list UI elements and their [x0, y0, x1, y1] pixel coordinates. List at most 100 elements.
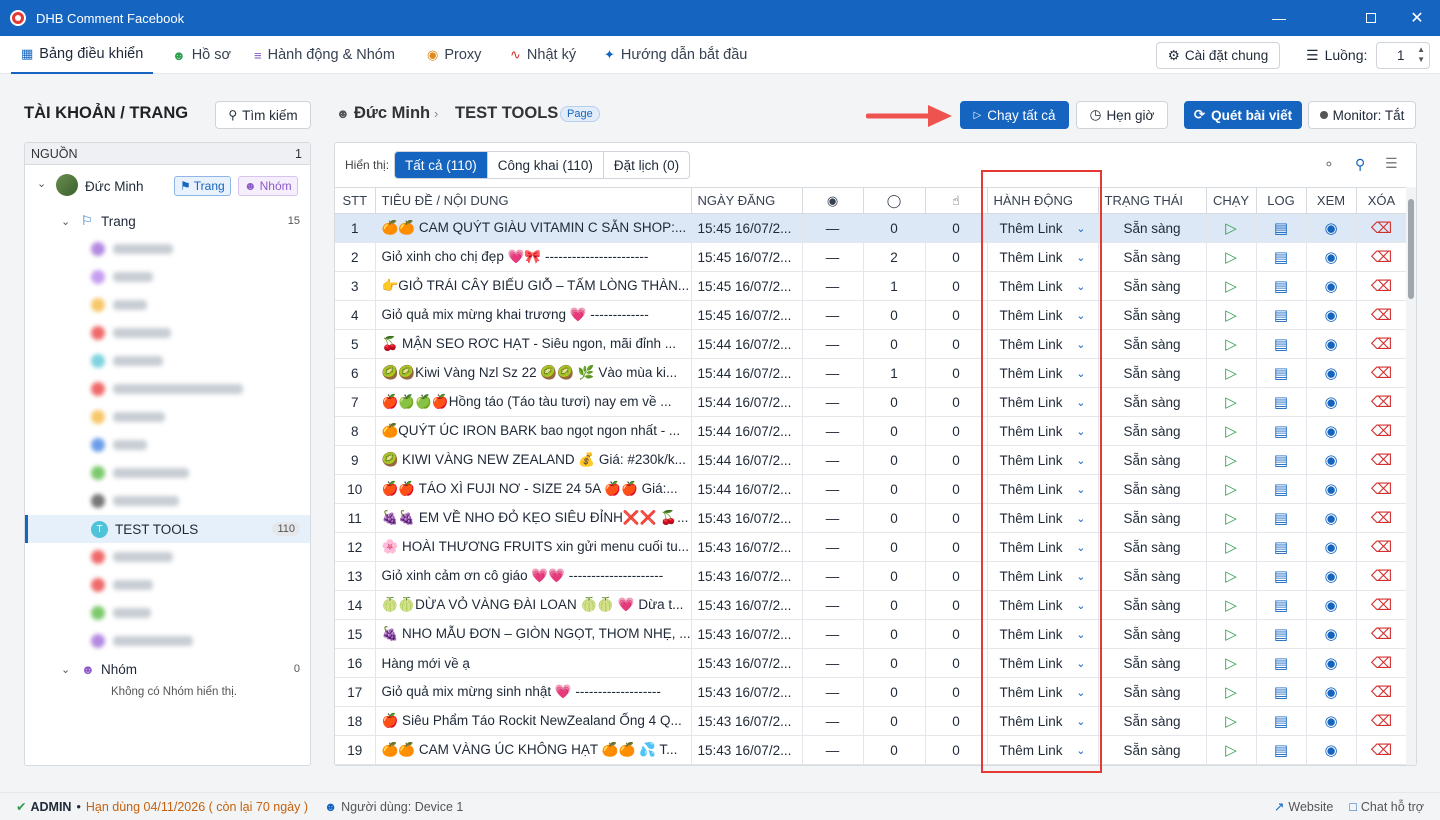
chevron-down-icon[interactable]: ⌄: [1076, 454, 1085, 467]
eye-icon[interactable]: ◉: [1324, 365, 1337, 382]
document-icon[interactable]: ▤: [1274, 365, 1288, 382]
eye-icon[interactable]: ◉: [1324, 307, 1337, 324]
col-views[interactable]: ◉: [802, 187, 864, 214]
list-item[interactable]: [91, 263, 153, 291]
document-icon[interactable]: ▤: [1274, 481, 1288, 498]
trash-icon[interactable]: ⌫: [1371, 655, 1392, 672]
eye-cell[interactable]: ◉: [1306, 387, 1357, 417]
tab-log[interactable]: ∿ Nhật ký: [510, 36, 576, 74]
play-cell[interactable]: ▷: [1206, 329, 1257, 359]
action-dropdown[interactable]: Thêm Link ⌄: [988, 424, 1098, 439]
document-cell[interactable]: ▤: [1256, 532, 1307, 562]
play-cell[interactable]: ▷: [1206, 242, 1257, 272]
chevron-down-icon[interactable]: ⌄: [1076, 222, 1085, 235]
document-cell[interactable]: ▤: [1256, 300, 1307, 330]
col-log[interactable]: LOG: [1256, 187, 1307, 214]
document-cell[interactable]: ▤: [1256, 271, 1307, 301]
eye-icon[interactable]: ◉: [1324, 713, 1337, 730]
action-dropdown[interactable]: Thêm Link ⌄: [988, 569, 1098, 584]
trash-icon[interactable]: ⌫: [1371, 423, 1392, 440]
run-all-button[interactable]: ▷ Chạy tất cả: [960, 101, 1069, 129]
eye-cell[interactable]: ◉: [1306, 619, 1357, 649]
play-icon[interactable]: ▷: [1225, 510, 1237, 527]
trash-icon[interactable]: ⌫: [1371, 307, 1392, 324]
trash-cell[interactable]: ⌫: [1356, 677, 1408, 707]
col-title[interactable]: TIÊU ĐỀ / NỘI DUNG: [375, 187, 692, 214]
eye-cell[interactable]: ◉: [1306, 416, 1357, 446]
eye-cell[interactable]: ◉: [1306, 735, 1357, 765]
trash-cell[interactable]: ⌫: [1356, 358, 1408, 388]
action-select[interactable]: Thêm Link ⌄: [987, 387, 1099, 417]
col-likes[interactable]: ☝: [925, 187, 988, 214]
play-cell[interactable]: ▷: [1206, 416, 1257, 446]
document-cell[interactable]: ▤: [1256, 213, 1307, 243]
chevron-down-icon[interactable]: ⌄: [1076, 744, 1085, 757]
chevron-down-icon[interactable]: ⌄: [1076, 483, 1085, 496]
document-icon[interactable]: ▤: [1274, 655, 1288, 672]
eye-icon[interactable]: ◉: [1324, 394, 1337, 411]
play-icon[interactable]: ▷: [1225, 568, 1237, 585]
eye-cell[interactable]: ◉: [1306, 532, 1357, 562]
list-item[interactable]: [91, 403, 165, 431]
table-row[interactable]: 5 🍒 MẬN SEO RƠC HẠT - Siêu ngon, mãi đỉnh…: [335, 329, 1408, 359]
action-select[interactable]: Thêm Link ⌄: [987, 735, 1099, 765]
document-icon[interactable]: ▤: [1274, 713, 1288, 730]
action-select[interactable]: Thêm Link ⌄: [987, 445, 1099, 475]
general-settings-button[interactable]: ⚙ Cài đặt chung: [1156, 42, 1280, 69]
document-icon[interactable]: ▤: [1274, 742, 1288, 759]
tab-dashboard[interactable]: ▦ Bảng điều khiển: [11, 36, 154, 74]
document-cell[interactable]: ▤: [1256, 445, 1307, 475]
play-icon[interactable]: ▷: [1225, 597, 1237, 614]
document-cell[interactable]: ▤: [1256, 590, 1307, 620]
eye-cell[interactable]: ◉: [1306, 213, 1357, 243]
tag-icon[interactable]: ⚬: [1323, 156, 1335, 173]
list-item[interactable]: [91, 487, 179, 515]
list-item[interactable]: [91, 571, 153, 599]
eye-cell[interactable]: ◉: [1306, 474, 1357, 504]
play-cell[interactable]: ▷: [1206, 445, 1257, 475]
trash-cell[interactable]: ⌫: [1356, 648, 1408, 678]
trash-icon[interactable]: ⌫: [1371, 539, 1392, 556]
threads-stepper[interactable]: 1 ▲ ▼: [1376, 42, 1430, 69]
chevron-down-icon[interactable]: ⌄: [1076, 251, 1085, 264]
table-row[interactable]: 10 🍎🍎 TÁO XÌ FUJI NƠ - SIZE 24 5A 🍎🍎 Giá:…: [335, 474, 1408, 504]
table-row[interactable]: 18 🍎 Siêu Phẩm Táo Rockit NewZealand Ống …: [335, 706, 1408, 736]
maximize-icon[interactable]: [1348, 0, 1394, 36]
chevron-down-icon[interactable]: ⌄: [1076, 396, 1085, 409]
vertical-scrollbar[interactable]: [1406, 187, 1416, 765]
trash-cell[interactable]: ⌫: [1356, 735, 1408, 765]
play-icon[interactable]: ▷: [1225, 220, 1237, 237]
document-cell[interactable]: ▤: [1256, 474, 1307, 504]
action-select[interactable]: Thêm Link ⌄: [987, 619, 1099, 649]
document-icon[interactable]: ▤: [1274, 220, 1288, 237]
play-icon[interactable]: ▷: [1225, 423, 1237, 440]
action-dropdown[interactable]: Thêm Link ⌄: [988, 221, 1098, 236]
play-icon[interactable]: ▷: [1225, 278, 1237, 295]
trash-cell[interactable]: ⌫: [1356, 213, 1408, 243]
action-dropdown[interactable]: Thêm Link ⌄: [988, 250, 1098, 265]
chevron-down-icon[interactable]: ⌄: [1076, 599, 1085, 612]
trash-cell[interactable]: ⌫: [1356, 590, 1408, 620]
action-dropdown[interactable]: Thêm Link ⌄: [988, 366, 1098, 381]
filter-scheduled-button[interactable]: Đặt lịch (0): [604, 152, 689, 178]
action-dropdown[interactable]: Thêm Link ⌄: [988, 627, 1098, 642]
eye-icon[interactable]: ◉: [1324, 336, 1337, 353]
trash-icon[interactable]: ⌫: [1371, 626, 1392, 643]
action-select[interactable]: Thêm Link ⌄: [987, 503, 1099, 533]
eye-icon[interactable]: ◉: [1324, 452, 1337, 469]
chevron-down-icon[interactable]: ⌄: [1076, 338, 1085, 351]
chevron-down-icon[interactable]: ⌄: [1076, 570, 1085, 583]
trash-cell[interactable]: ⌫: [1356, 242, 1408, 272]
monitor-toggle[interactable]: Monitor: Tắt: [1308, 101, 1416, 129]
trash-icon[interactable]: ⌫: [1371, 510, 1392, 527]
stepper-arrows-icon[interactable]: ▲ ▼: [1417, 45, 1425, 65]
table-row[interactable]: 11 🍇🍇 EM VỀ NHO ĐỎ KẸO SIÊU ĐỈNH❌❌ 🍒... 15…: [335, 503, 1408, 533]
table-row[interactable]: 13 Giỏ xinh cảm ơn cô giáo 💗💗 -----------…: [335, 561, 1408, 591]
document-cell[interactable]: ▤: [1256, 561, 1307, 591]
play-icon[interactable]: ▷: [1225, 626, 1237, 643]
eye-icon[interactable]: ◉: [1324, 481, 1337, 498]
trash-cell[interactable]: ⌫: [1356, 329, 1408, 359]
eye-cell[interactable]: ◉: [1306, 358, 1357, 388]
eye-cell[interactable]: ◉: [1306, 242, 1357, 272]
action-dropdown[interactable]: Thêm Link ⌄: [988, 511, 1098, 526]
